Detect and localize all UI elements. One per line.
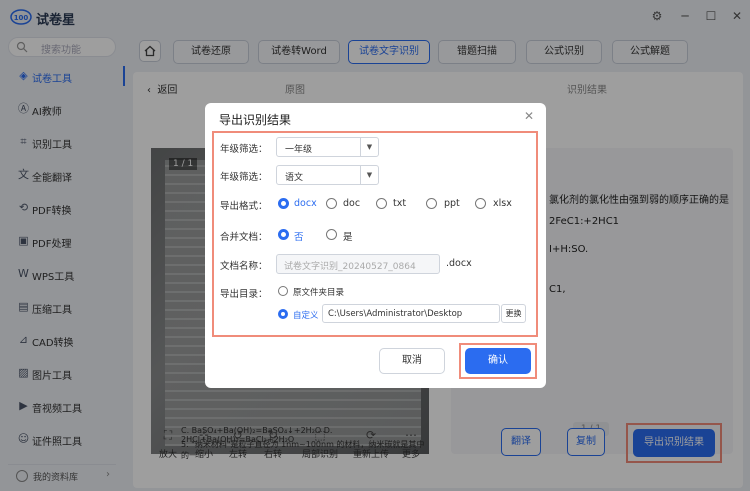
filename-label: 文档名称： [220, 261, 268, 272]
format-txt-label[interactable]: txt [393, 198, 406, 209]
filename-input[interactable]: 试卷文字识别_20240527_0864 [276, 254, 440, 274]
dir-custom-label[interactable]: 自定义 [293, 309, 319, 321]
subject-label: 年级筛选： [220, 172, 268, 183]
dropdown-caret-icon: ▼ [360, 166, 378, 184]
directory-path-value: C:\Users\Administrator\Desktop [328, 309, 463, 319]
format-ppt-label[interactable]: ppt [444, 198, 460, 209]
confirm-highlight-box [459, 343, 537, 379]
format-xlsx-label[interactable]: xlsx [493, 198, 512, 209]
format-docx-label[interactable]: docx [294, 198, 317, 209]
format-txt-radio[interactable] [376, 198, 387, 209]
filename-extension: .docx [446, 258, 472, 269]
merge-label: 合并文档： [220, 232, 268, 243]
format-ppt-radio[interactable] [426, 198, 437, 209]
dropdown-caret-icon: ▼ [360, 138, 378, 156]
merge-yes-label[interactable]: 是 [343, 229, 353, 243]
filename-value: 试卷文字识别_20240527_0864 [284, 262, 416, 272]
merge-yes-radio[interactable] [326, 229, 337, 240]
cancel-button[interactable]: 取消 [379, 348, 445, 374]
export-dialog: 导出识别结果 ✕ 年级筛选： 一年级 ▼ 年级筛选： 语文 ▼ 导出格式： do… [205, 103, 546, 388]
directory-label: 导出目录： [220, 289, 268, 300]
format-doc-label[interactable]: doc [343, 198, 360, 209]
format-doc-radio[interactable] [326, 198, 337, 209]
format-xlsx-radio[interactable] [475, 198, 486, 209]
grade-select[interactable]: 一年级 ▼ [276, 137, 379, 157]
dialog-title: 导出识别结果 [219, 113, 292, 127]
grade-label: 年级筛选： [220, 144, 268, 155]
dialog-close-icon[interactable]: ✕ [524, 109, 534, 123]
subject-value: 语文 [285, 173, 304, 183]
dir-custom-radio[interactable] [278, 309, 288, 319]
merge-no-label[interactable]: 否 [294, 229, 304, 243]
format-docx-radio[interactable] [278, 198, 289, 209]
change-directory-button[interactable]: 更换 [501, 304, 526, 323]
dir-source-radio[interactable] [278, 286, 288, 296]
format-label: 导出格式： [220, 201, 268, 212]
merge-no-radio[interactable] [278, 229, 289, 240]
dir-source-label[interactable]: 原文件夹目录 [293, 286, 344, 298]
grade-value: 一年级 [285, 145, 313, 155]
subject-select[interactable]: 语文 ▼ [276, 165, 379, 185]
directory-path-input[interactable]: C:\Users\Administrator\Desktop [322, 304, 500, 323]
